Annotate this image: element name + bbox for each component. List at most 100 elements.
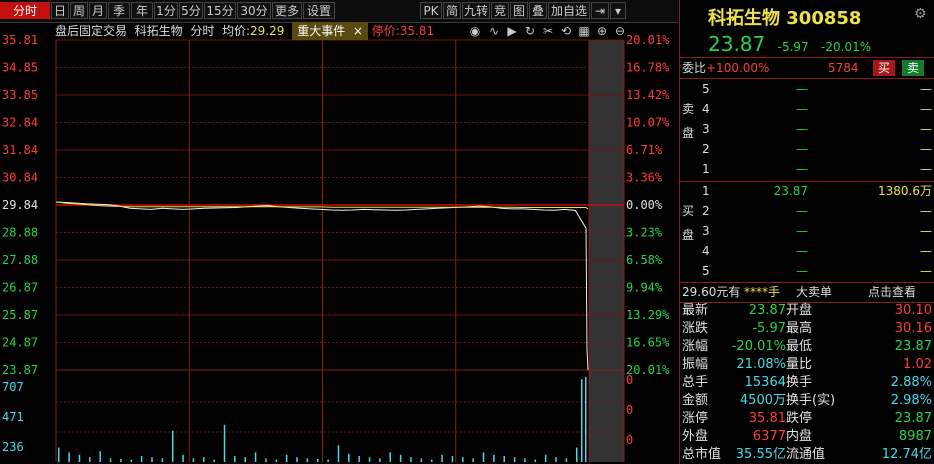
volume-bar: [182, 454, 184, 462]
volume-bar: [513, 457, 516, 462]
volume-bar: [544, 454, 547, 462]
pk-button[interactable]: PK: [420, 2, 442, 19]
volume-bar: [430, 459, 433, 462]
tab-week[interactable]: 周: [70, 2, 88, 19]
volume-bar: [462, 457, 464, 462]
weibi-label: 委比: [682, 61, 707, 75]
big-order-link[interactable]: 点击查看: [868, 282, 916, 302]
tab-15min[interactable]: 15分: [204, 2, 236, 19]
left-axis-label: 23.87: [2, 363, 38, 377]
sell-price: —: [796, 122, 808, 136]
bid-button[interactable]: 竞: [491, 2, 509, 19]
left-axis-label: 33.85: [2, 88, 38, 102]
tab-settings[interactable]: 设置: [303, 2, 335, 19]
stat-label: 涨停: [682, 411, 709, 426]
volume-bar: [399, 454, 402, 462]
left-axis-label: 32.84: [2, 116, 38, 130]
buy-button[interactable]: 买: [873, 60, 895, 76]
buy-level: 3: [702, 224, 710, 238]
history-icon[interactable]: ⟲: [559, 24, 573, 38]
wave-icon[interactable]: ∿: [487, 24, 501, 38]
volume-right-label: 0: [626, 373, 633, 387]
nine-turn-button[interactable]: 九转: [462, 2, 490, 19]
sell-level: 5: [702, 82, 710, 96]
period-toolbar: 分时 日 周 月 季 年 1分 5分 15分 30分 更多 设置 PK 简 九转…: [0, 0, 678, 23]
volume-bar: [192, 458, 195, 462]
change-pct-value: -20.01%: [821, 40, 872, 54]
right-axis-label: 16.78%: [626, 61, 670, 75]
volume-bar: [89, 457, 91, 462]
tab-month[interactable]: 月: [89, 2, 107, 19]
volume-bar: [151, 457, 153, 462]
stat-label: 最低: [786, 339, 813, 354]
tab-more[interactable]: 更多: [272, 2, 302, 19]
price-chart[interactable]: 35.81 34.85 33.85 32.84 31.84 30.84 29.84 28.88…: [0, 22, 678, 464]
buy-volume: —: [920, 264, 932, 278]
volume-right-label: 0: [626, 433, 633, 447]
sell-price: —: [796, 162, 808, 176]
scissors-icon[interactable]: ✂: [541, 24, 555, 38]
stat-value: 2.98%: [890, 393, 932, 408]
replay-icon[interactable]: ↻: [523, 24, 537, 38]
left-axis-label: 29.84: [2, 198, 38, 212]
zoom-in-icon[interactable]: ⊕: [595, 24, 609, 38]
volume-bar: [223, 424, 226, 462]
expand-icon[interactable]: ⇥: [591, 2, 609, 19]
right-axis-label: 6.71%: [626, 143, 663, 157]
overlay-button[interactable]: 叠: [529, 2, 547, 19]
zoom-out-icon[interactable]: ⊖: [613, 24, 627, 38]
volume-bar: [451, 456, 454, 462]
stat-value: 35.81: [748, 411, 786, 426]
buy-volume: —: [920, 244, 932, 258]
stat-value: 21.08%: [736, 357, 786, 372]
stock-title: 科拓生物 300858: [708, 8, 862, 29]
tab-5min[interactable]: 5分: [179, 2, 203, 19]
tab-intraday[interactable]: 分时: [0, 2, 50, 19]
add-watchlist-button[interactable]: 加自选: [548, 2, 590, 19]
left-axis-label: 26.87: [2, 281, 38, 295]
grid-icon[interactable]: ▦: [577, 24, 591, 38]
stat-label: 开盘: [786, 303, 813, 318]
volume-bar: [78, 454, 81, 462]
stat-value: 23.87: [748, 303, 786, 318]
stat-value: 8987: [898, 429, 932, 444]
volume-bar: [120, 459, 122, 462]
sell-volume: —: [920, 102, 932, 116]
eye-icon[interactable]: ◉: [468, 24, 482, 38]
stat-value: 23.87: [894, 339, 932, 354]
volume-bar: [171, 430, 174, 462]
tab-quarter[interactable]: 季: [108, 2, 130, 19]
stat-label: 总手: [682, 375, 709, 390]
volume-axis-label: 471: [2, 410, 24, 424]
volume-bar: [285, 454, 288, 462]
left-axis-label: 28.88: [2, 226, 38, 240]
right-axis-label: 16.65%: [626, 336, 670, 350]
stat-value: 4500万: [739, 393, 786, 408]
right-axis-label: 3.23%: [626, 226, 663, 240]
stat-value: 23.87: [894, 411, 932, 426]
stat-label: 换手(实): [786, 393, 836, 408]
sell-price: —: [796, 82, 808, 96]
gear-icon[interactable]: ⚙: [914, 6, 927, 22]
tab-30min[interactable]: 30分: [237, 2, 271, 19]
play-icon[interactable]: ▶: [505, 24, 519, 38]
close-icon[interactable]: ×: [353, 24, 363, 38]
left-axis-label: 31.84: [2, 143, 38, 157]
stat-value: 30.10: [894, 303, 932, 318]
major-event-badge[interactable]: 重大事件 ×: [292, 22, 368, 40]
tab-1min[interactable]: 1分: [154, 2, 178, 19]
tab-day[interactable]: 日: [51, 2, 69, 19]
right-axis-label: 13.42%: [626, 88, 670, 102]
sell-button[interactable]: 卖: [902, 60, 924, 76]
stat-value: 2.88%: [890, 375, 932, 390]
volume-bar: [348, 453, 350, 462]
tab-year[interactable]: 年: [131, 2, 153, 19]
stat-label: 涨幅: [682, 339, 709, 354]
simple-button[interactable]: 简: [443, 2, 461, 19]
volume-bar: [203, 457, 205, 462]
chevron-down-icon[interactable]: ▾: [610, 2, 626, 19]
volume-bar: [555, 457, 557, 462]
stat-label: 最高: [786, 321, 813, 336]
buy-price: —: [796, 264, 808, 278]
chart-button[interactable]: 图: [510, 2, 528, 19]
